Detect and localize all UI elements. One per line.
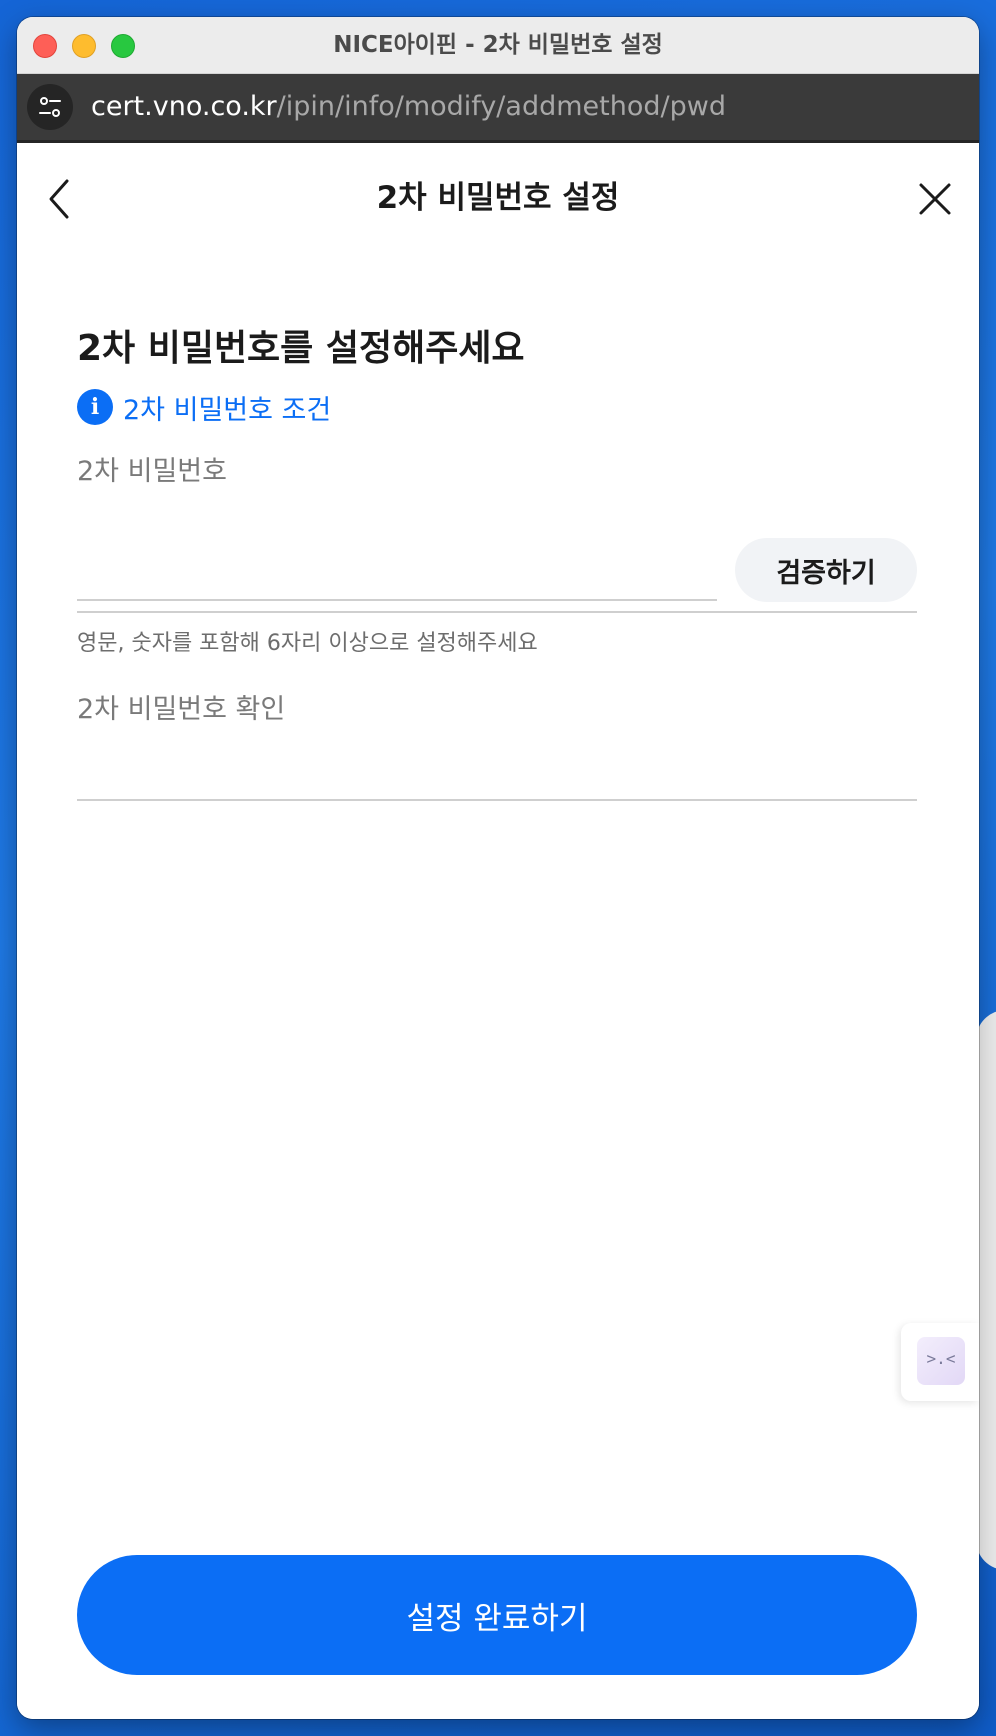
page-title: 2차 비밀번호 설정 [376,180,620,216]
form-heading: 2차 비밀번호를 설정해주세요 [77,328,525,369]
site-settings-icon[interactable] [27,84,73,130]
chevron-left-icon[interactable] [41,177,81,221]
page-content: 2차 비밀번호 설정 2차 비밀번호를 설정해주세요 i 2차 비밀번호 조건 [17,143,979,1719]
password-input[interactable] [77,539,717,601]
info-icon: i [77,389,113,425]
close-icon[interactable] [915,179,955,219]
sliders-icon [39,97,61,117]
desktop-background: NICE아이핀 - 2차 비밀번호 설정 cert.vno.co.kr/ipin… [0,0,996,1736]
submit-button[interactable]: 설정 완료하기 [77,1555,917,1675]
address-bar[interactable]: cert.vno.co.kr/ipin/info/modify/addmetho… [17,74,979,143]
url-text[interactable]: cert.vno.co.kr/ipin/info/modify/addmetho… [91,74,726,140]
confirm-password-input[interactable] [77,739,917,801]
verify-button[interactable]: 검증하기 [735,538,917,602]
password-field-divider [77,611,917,613]
url-path: /ipin/info/modify/addmethod/pwd [276,91,726,122]
password-conditions-link[interactable]: i 2차 비밀번호 조건 [77,387,331,427]
helper-face-icon: >.< [917,1337,965,1385]
url-host: cert.vno.co.kr [91,91,277,122]
browser-window: NICE아이핀 - 2차 비밀번호 설정 cert.vno.co.kr/ipin… [17,17,979,1719]
title-bar: NICE아이핀 - 2차 비밀번호 설정 [17,17,979,74]
background-window-edge [976,1010,996,1570]
confirm-field-label: 2차 비밀번호 확인 [77,694,286,725]
page-header: 2차 비밀번호 설정 [17,143,979,253]
window-title: NICE아이핀 - 2차 비밀번호 설정 [333,32,663,58]
password-helper-text: 영문, 숫자를 포함해 6자리 이상으로 설정해주세요 [77,631,538,656]
password-field-label: 2차 비밀번호 [77,456,227,487]
floating-helper-button[interactable]: >.< [901,1323,979,1401]
password-conditions-label: 2차 비밀번호 조건 [123,394,332,426]
